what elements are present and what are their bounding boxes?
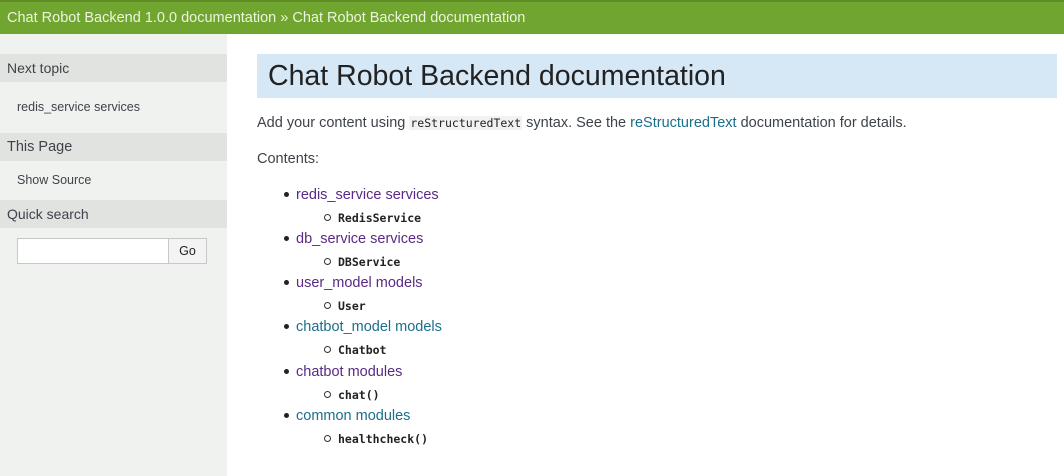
search-go-button[interactable]: Go [168, 238, 207, 264]
sidebar: Next topic redis_service services This P… [0, 34, 227, 476]
page-title: Chat Robot Backend documentation [257, 54, 1057, 98]
next-topic-link[interactable]: redis_service services [17, 100, 140, 114]
this-page-heading: This Page [0, 133, 227, 161]
breadcrumb: Chat Robot Backend 1.0.0 documentation »… [7, 10, 525, 26]
toc-link-redis-service[interactable]: redis_service services [296, 187, 439, 203]
intro-text-middle: syntax. See the [522, 115, 631, 131]
toc-link-user-model[interactable]: user_model models [296, 275, 423, 291]
bullet-icon [284, 191, 289, 197]
circle-bullet-icon [324, 302, 331, 309]
toc-item: common modules [284, 408, 410, 424]
toc-sublink-user[interactable]: User [338, 299, 366, 313]
breadcrumb-current-link[interactable]: Chat Robot Backend documentation [292, 10, 525, 26]
breadcrumb-separator: » [280, 10, 289, 26]
intro-text-end: documentation for details. [736, 115, 907, 131]
toc-subitem: healthcheck() [324, 432, 428, 446]
quick-search-heading: Quick search [0, 200, 227, 228]
show-source-link[interactable]: Show Source [17, 173, 91, 187]
toc-link-common-modules[interactable]: common modules [296, 408, 410, 424]
toc-sublink-chat[interactable]: chat() [338, 388, 380, 402]
toc-link-chatbot-model[interactable]: chatbot_model models [296, 319, 442, 335]
toc-item: db_service services [284, 231, 423, 247]
intro-text-start: Add your content using [257, 115, 410, 131]
intro-code: reStructuredText [409, 116, 523, 130]
contents-label: Contents: [257, 151, 320, 167]
bullet-icon [284, 412, 289, 418]
restructuredtext-link[interactable]: reStructuredText [630, 115, 736, 131]
circle-bullet-icon [324, 435, 331, 442]
circle-bullet-icon [324, 258, 331, 265]
toc-sublink-dbservice[interactable]: DBService [338, 255, 400, 269]
toc-sublink-redisservice[interactable]: RedisService [338, 211, 421, 225]
bullet-icon [284, 279, 289, 285]
toc-sublink-healthcheck[interactable]: healthcheck() [338, 432, 428, 446]
toc-link-chatbot-modules[interactable]: chatbot modules [296, 364, 402, 380]
intro-paragraph: Add your content using reStructuredText … [257, 115, 907, 131]
circle-bullet-icon [324, 391, 331, 398]
toc-subitem: chat() [324, 388, 380, 402]
top-navigation-bar: Chat Robot Backend 1.0.0 documentation »… [0, 0, 1064, 34]
circle-bullet-icon [324, 346, 331, 353]
toc-item: redis_service services [284, 187, 439, 203]
toc-item: chatbot_model models [284, 319, 442, 335]
next-topic-heading: Next topic [0, 54, 227, 82]
toc-subitem: User [324, 299, 366, 313]
circle-bullet-icon [324, 214, 331, 221]
toc-link-db-service[interactable]: db_service services [296, 231, 423, 247]
toc-subitem: Chatbot [324, 343, 386, 357]
breadcrumb-root-link[interactable]: Chat Robot Backend 1.0.0 documentation [7, 10, 276, 26]
bullet-icon [284, 235, 289, 241]
toc-sublink-chatbot[interactable]: Chatbot [338, 343, 386, 357]
search-input[interactable] [17, 238, 169, 264]
toc-item: chatbot modules [284, 364, 402, 380]
toc-subitem: DBService [324, 255, 400, 269]
bullet-icon [284, 368, 289, 374]
bullet-icon [284, 323, 289, 329]
toc-subitem: RedisService [324, 211, 421, 225]
main-content: Chat Robot Backend documentation Add you… [227, 34, 1064, 476]
toc-item: user_model models [284, 275, 423, 291]
